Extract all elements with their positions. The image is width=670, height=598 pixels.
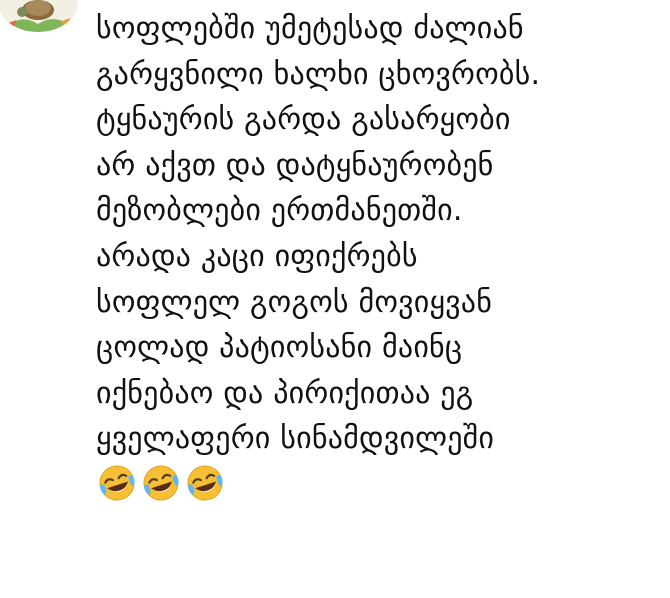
comment-text-line-3: ტყნაურის გარდა გასარყობი [96,102,511,138]
turtle-avatar-icon [0,0,78,32]
face-with-tears-of-joy-icon [187,465,223,501]
comment-body: სოფლებში უმეტესად ძალიან გარყვნილი ხალხი… [96,6,666,504]
comment-text-line-6: არადა კაცი იფიქრებს [96,238,418,274]
comment-text-line-1: სოფლებში უმეტესად ძალიან [96,11,524,46]
face-with-tears-of-joy-icon [99,465,135,501]
comment-text-line-5: მეზობლები ერთმანეთში. [96,193,463,229]
comment-text-line-2: გარყვნილი ხალხი ცხოვრობს. [96,56,541,92]
emoji-reactions [96,462,666,504]
comment-text-line-9: იქნებაო და პირიქითაა ეგ [96,375,474,411]
comment-text-line-10: ყველაფერი სინამდვილეში [96,421,495,457]
user-avatar[interactable] [0,0,78,32]
comment-text-line-7: სოფლელ გოგოს მოვიყვან [96,284,493,320]
comment-text-line-8: ცოლად პატიოსანი მაინც [96,330,463,366]
comment-text-line-4: არ აქვთ და დატყნაურობენ [96,147,494,183]
face-with-tears-of-joy-icon [143,465,179,501]
